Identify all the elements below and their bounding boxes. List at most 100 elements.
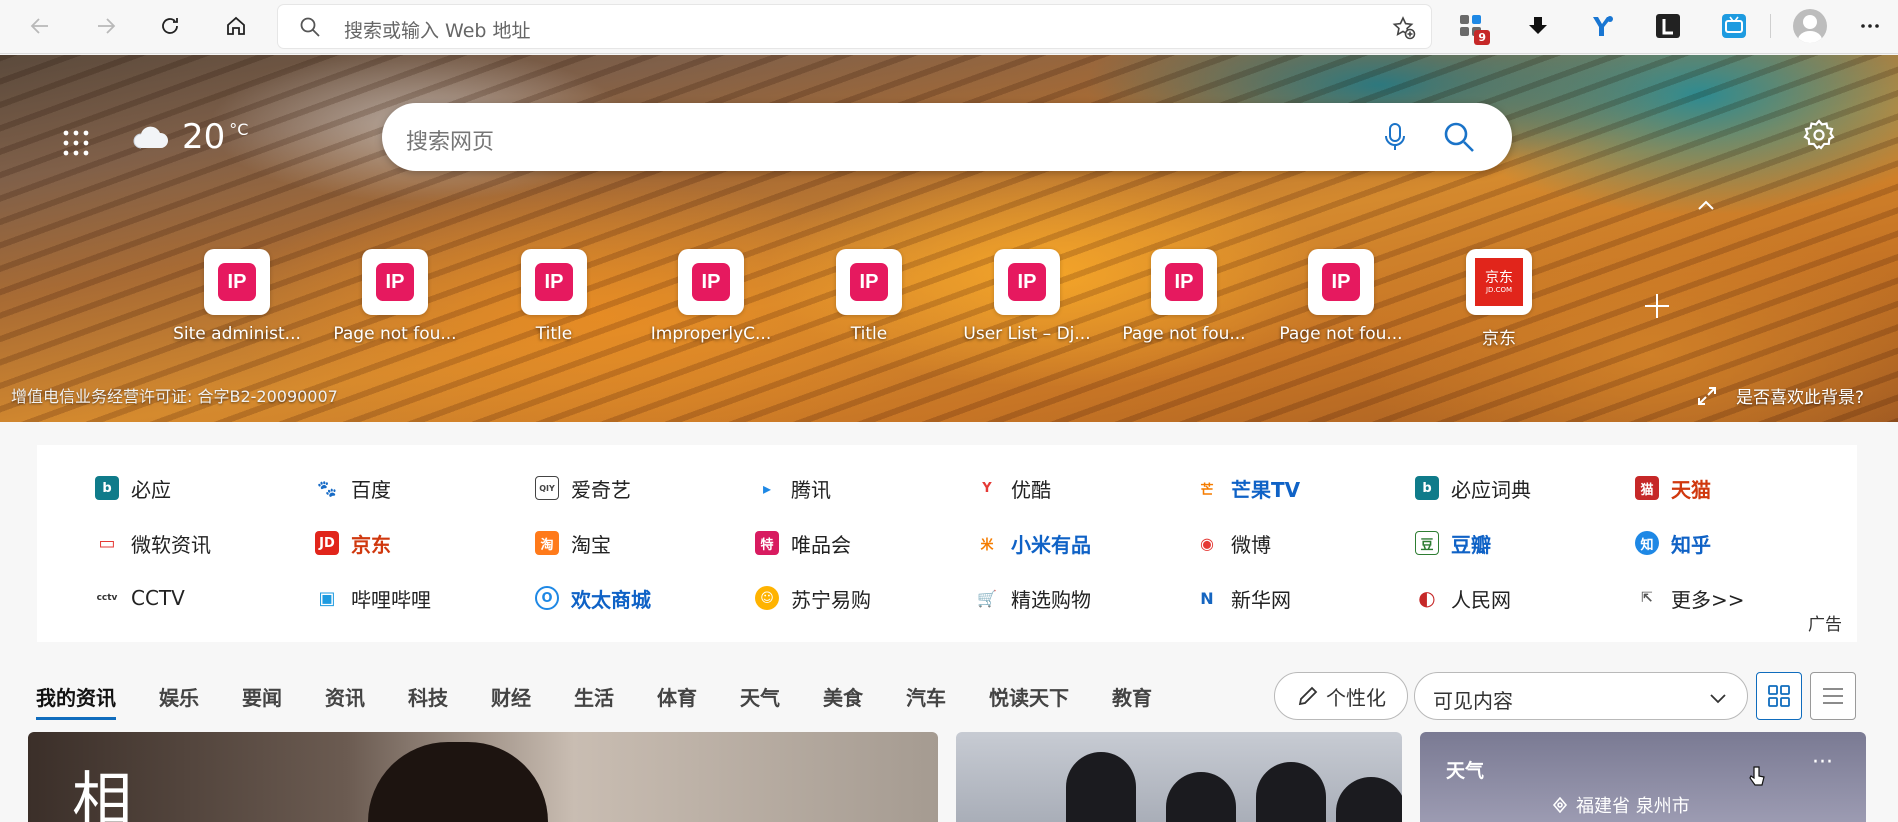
site-link[interactable]: 猫天猫: [1635, 473, 1711, 503]
download-extension-button[interactable]: [1523, 11, 1553, 41]
quick-link-tile[interactable]: IP ImproperlyC...: [636, 249, 786, 344]
tab-entertainment[interactable]: 娱乐: [159, 682, 199, 720]
iqiyi-icon: QIY: [535, 476, 559, 500]
site-link[interactable]: b 必应词典: [1415, 473, 1531, 503]
card-photo-person: [1166, 772, 1236, 822]
site-link[interactable]: ▭ 微软资讯: [95, 528, 211, 558]
site-link[interactable]: 米小米有品: [975, 528, 1091, 558]
tab-news[interactable]: 资讯: [325, 682, 365, 720]
weather-location[interactable]: 福建省 泉州市: [1552, 792, 1690, 818]
more-horizontal-icon: [1861, 24, 1879, 28]
msn-news-icon: ▭: [95, 531, 119, 555]
tile-label: Title: [535, 324, 573, 344]
address-bar[interactable]: 搜索或输入 Web 地址: [278, 5, 1431, 48]
quick-link-tile[interactable]: IP Site administ...: [162, 249, 312, 344]
site-link[interactable]: ▣ 哔哩哔哩: [315, 583, 431, 613]
quick-link-tile[interactable]: IP Page not fou...: [1109, 249, 1259, 344]
search-icon[interactable]: [1440, 118, 1478, 156]
site-link[interactable]: ☺ 苏宁易购: [755, 583, 871, 613]
weather-location-label: 福建省 泉州市: [1576, 796, 1690, 817]
like-background-button[interactable]: 是否喜欢此背景?: [1696, 383, 1864, 408]
forward-button[interactable]: [86, 8, 126, 44]
add-favorite-icon[interactable]: [1391, 15, 1417, 41]
grid-view-button[interactable]: [1756, 672, 1802, 720]
site-link[interactable]: 淘淘宝: [535, 528, 611, 558]
extensions-button[interactable]: 9: [1456, 11, 1490, 45]
site-link-label: 微博: [1231, 532, 1271, 557]
app-launcher-icon[interactable]: [62, 129, 90, 157]
site-link[interactable]: O 欢太商城: [535, 583, 651, 613]
profile-avatar[interactable]: [1793, 9, 1827, 43]
tab-autos[interactable]: 汽车: [906, 682, 946, 720]
douban-icon: 豆: [1415, 531, 1439, 555]
quick-link-tile[interactable]: IP User List – Dj...: [952, 249, 1102, 344]
weather-widget[interactable]: 20 °C: [132, 117, 248, 157]
web-search-box[interactable]: 搜索网页: [382, 103, 1512, 171]
site-link[interactable]: ◉ 微博: [1195, 528, 1271, 558]
site-link[interactable]: ▸ 腾讯: [755, 473, 831, 503]
back-button[interactable]: [20, 8, 60, 44]
cctv-icon: cctv: [95, 586, 119, 610]
tile-icon-box: IP: [1308, 249, 1374, 315]
site-link-label: 苏宁易购: [791, 587, 871, 612]
vpn-extension-button[interactable]: [1588, 11, 1618, 41]
card-photo-person: [1256, 762, 1326, 822]
site-link[interactable]: 豆豆瓣: [1415, 528, 1491, 558]
settings-gear-icon[interactable]: [1802, 118, 1836, 152]
more-sites-link[interactable]: ⇱ 更多>>: [1635, 583, 1745, 613]
tab-weather[interactable]: 天气: [740, 682, 780, 720]
quick-link-tile[interactable]: IP Title: [794, 249, 944, 344]
vip-icon: 特: [755, 531, 779, 555]
site-link[interactable]: JD 京东: [315, 528, 391, 558]
chevron-up-icon[interactable]: [1694, 194, 1718, 218]
site-link-label: 百度: [351, 477, 391, 502]
list-view-button[interactable]: [1810, 672, 1856, 720]
quick-link-tile[interactable]: IP Title: [479, 249, 629, 344]
ip-site-icon: IP: [1165, 263, 1203, 301]
site-link[interactable]: QIY 爱奇艺: [535, 473, 631, 503]
quick-link-tile-jd[interactable]: 京东 JD.COM 京东: [1424, 249, 1574, 349]
expand-icon: [1698, 386, 1716, 405]
site-link[interactable]: 特唯品会: [755, 528, 851, 558]
site-link[interactable]: 🛒 精选购物: [975, 583, 1091, 613]
site-link-label: 天猫: [1671, 477, 1711, 502]
personalize-button[interactable]: 个性化: [1274, 672, 1408, 720]
site-link[interactable]: b 必应: [95, 473, 171, 503]
tab-my-feed[interactable]: 我的资讯: [36, 682, 116, 720]
site-link-label: 芒果TV: [1231, 477, 1301, 502]
site-link-label: 必应: [131, 477, 171, 502]
site-link[interactable]: 知知乎: [1635, 528, 1711, 558]
tab-lifestyle[interactable]: 生活: [574, 682, 614, 720]
bilibili-extension-button[interactable]: [1719, 11, 1749, 41]
tab-finance[interactable]: 财经: [491, 682, 531, 720]
refresh-button[interactable]: [150, 8, 190, 44]
site-link[interactable]: cctv CCTV: [95, 583, 185, 613]
home-button[interactable]: [216, 8, 256, 44]
refresh-icon: [162, 18, 178, 34]
tab-reading[interactable]: 悦读天下: [989, 682, 1069, 720]
site-link[interactable]: Y 优酷: [975, 473, 1051, 503]
quick-link-tile[interactable]: IP Page not fou...: [320, 249, 470, 344]
visible-content-dropdown[interactable]: 可见内容: [1414, 672, 1748, 720]
tab-food[interactable]: 美食: [823, 682, 863, 720]
tab-headlines[interactable]: 要闻: [242, 682, 282, 720]
site-link[interactable]: 芒芒果TV: [1195, 473, 1300, 503]
site-link[interactable]: ◐ 人民网: [1415, 583, 1511, 613]
browser-toolbar: 搜索或输入 Web 地址 9: [0, 0, 1898, 54]
more-menu-button[interactable]: [1850, 8, 1890, 44]
site-link-label: 知乎: [1671, 532, 1711, 557]
tab-sports[interactable]: 体育: [657, 682, 697, 720]
tab-education[interactable]: 教育: [1112, 682, 1152, 720]
site-link[interactable]: N 新华网: [1195, 583, 1291, 613]
license-text[interactable]: 增值电信业务经营许可证: 合字B2-20090007: [11, 383, 338, 407]
l-extension-button[interactable]: [1653, 11, 1683, 41]
card-more-button[interactable]: ···: [1812, 750, 1833, 775]
site-link[interactable]: 🐾 百度: [315, 473, 391, 503]
zhihu-icon: 知: [1635, 531, 1659, 555]
microphone-icon[interactable]: [1378, 120, 1412, 154]
tab-technology[interactable]: 科技: [408, 682, 448, 720]
search-icon: [300, 17, 320, 37]
site-link-label: CCTV: [131, 586, 185, 610]
quick-link-tile[interactable]: IP Page not fou...: [1266, 249, 1416, 344]
add-quick-link-icon[interactable]: [1640, 289, 1674, 323]
